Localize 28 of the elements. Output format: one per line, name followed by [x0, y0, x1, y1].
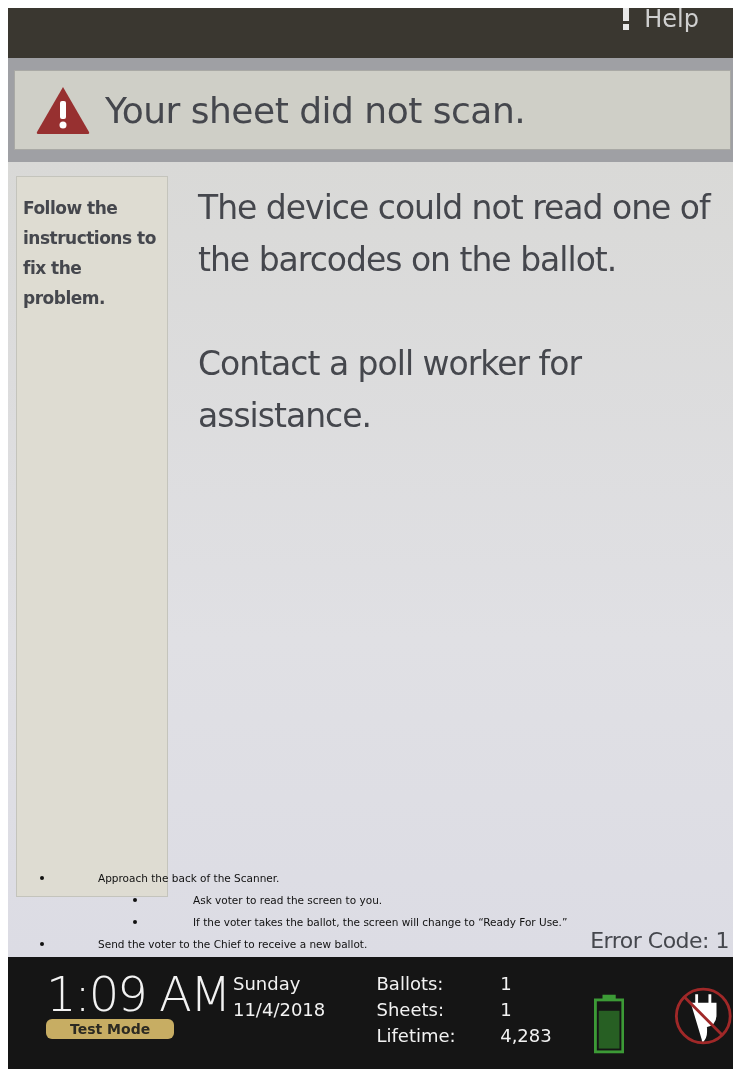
bullet-icon: [133, 920, 137, 924]
instruction-text: Ask voter to read the screen to you.: [193, 894, 383, 906]
help-button[interactable]: Help: [622, 8, 699, 30]
bullet-icon: [40, 942, 44, 946]
exclamation-icon: [622, 8, 631, 30]
battery-icon: [594, 993, 625, 1055]
counter-label: Ballots:: [376, 972, 445, 996]
bullet-icon: [133, 898, 137, 902]
bullet-icon: [40, 876, 44, 880]
instruction-text: Approach the back of the Scanner.: [98, 872, 280, 884]
panel-text: Follow the instructions to fix the problem.: [23, 197, 157, 310]
counter-label: Sheets:: [376, 998, 445, 1022]
warning-icon: [35, 85, 91, 135]
clock-time: 1:09 AM: [46, 971, 230, 1017]
unplugged-icon: [674, 985, 733, 1047]
counter-value: 1: [500, 998, 513, 1022]
instruction-text: Send the voter to the Chief to receive a new ballot.: [98, 938, 368, 950]
mode-badge: Test Mode: [46, 1019, 175, 1039]
alert-title: Your sheet did not scan.: [105, 89, 526, 131]
message-text: Contact a poll worker for assistance.: [198, 343, 583, 437]
date-label: 11/4/2018: [232, 998, 327, 1022]
counter-value: 4,283: [500, 1024, 553, 1048]
counter-value: 1: [500, 972, 513, 996]
day-label: Sunday: [232, 972, 302, 996]
message-text: The device could not read one of the barcodes on the ballot.: [198, 187, 712, 281]
instruction-text: If the voter takes the ballot, the screen will change to “Ready For Use.”: [193, 916, 568, 928]
error-code: Error Code: 1: [590, 928, 729, 953]
counter-label: Lifetime:: [376, 1024, 457, 1048]
